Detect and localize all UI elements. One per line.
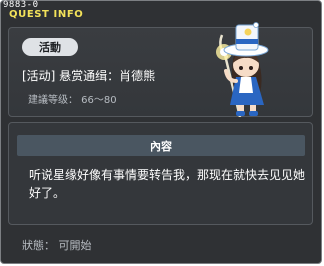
content-header: 內容 — [17, 135, 305, 156]
npc-character-icon — [216, 22, 269, 117]
window-title: QUEST INFO — [9, 9, 84, 20]
content-text: 听说星缘好像有事情要转告我，那现在就快去见见她好了。 — [29, 168, 306, 200]
quest-name: [活动] 悬赏通缉：肖德熊 — [22, 69, 156, 83]
recommended-level: 建議等级： 66～80 — [28, 95, 117, 106]
quest-category-badge: 活動 — [22, 38, 78, 56]
quest-status: 狀態： 可開始 — [22, 239, 92, 252]
